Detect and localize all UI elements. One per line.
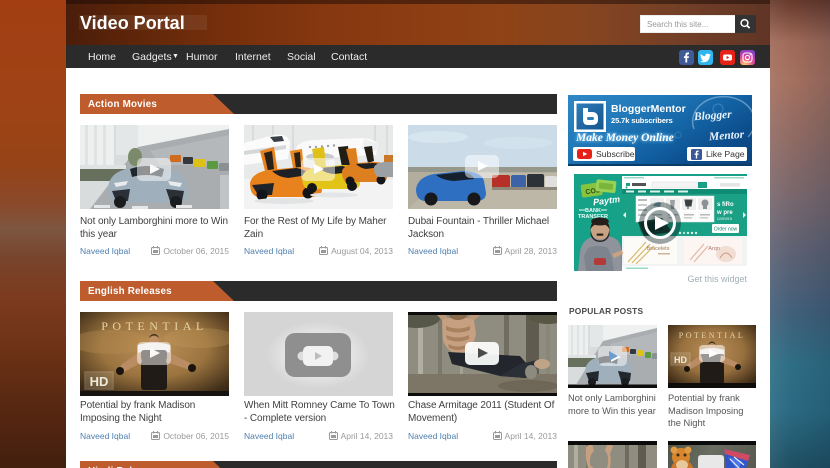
svg-text:Bracelets: Bracelets <box>647 246 670 252</box>
svg-text:camera: camera <box>717 216 733 221</box>
svg-text:POTENTIAL: POTENTIAL <box>101 319 208 333</box>
svg-text:Arqn: Arqn <box>708 246 720 252</box>
svg-text:POTENTIAL: POTENTIAL <box>679 331 746 340</box>
svg-text:Order now: Order now <box>714 227 738 233</box>
svg-text:s fiRo: s fiRo <box>717 202 734 208</box>
svg-text:HD: HD <box>674 355 687 365</box>
svg-text:HD: HD <box>90 374 109 389</box>
